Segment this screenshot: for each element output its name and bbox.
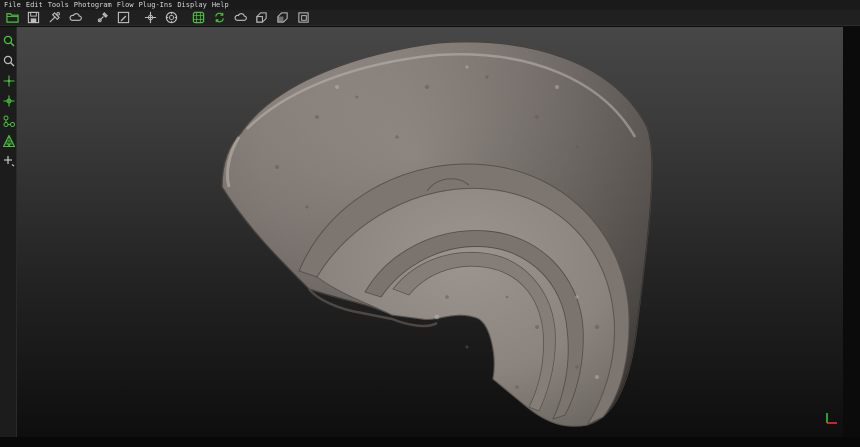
side-toolbar [0,27,17,447]
ceramic-fragment-model[interactable] [17,27,843,437]
layer-icon[interactable] [294,10,312,25]
menu-help[interactable]: Help [212,0,229,10]
main-toolbar [0,10,860,26]
zoom-icon[interactable] [1,33,16,48]
sync-icon[interactable] [210,10,228,25]
target-icon[interactable] [162,10,180,25]
open-folder-icon[interactable] [3,10,21,25]
3d-viewport[interactable] [17,27,843,437]
status-bar [0,437,860,447]
menu-display[interactable]: Display [177,0,207,10]
add-point-icon[interactable] [1,153,16,168]
cloud-icon[interactable] [231,10,249,25]
save-icon[interactable] [24,10,42,25]
grid-icon[interactable] [189,10,207,25]
menu-edit[interactable]: Edit [26,0,43,10]
axis-gizmo [826,413,837,424]
cloud-icon[interactable] [66,10,84,25]
menu-photogram[interactable]: Photogram [74,0,112,10]
mesh-icon[interactable] [1,133,16,148]
tools-icon[interactable] [45,10,63,25]
nodes-icon[interactable] [1,113,16,128]
edit-icon[interactable] [114,10,132,25]
pick-point-icon[interactable] [1,73,16,88]
layer-icon[interactable] [252,10,270,25]
layer-icon[interactable] [273,10,291,25]
zoom-out-icon[interactable] [1,53,16,68]
menu-tools[interactable]: Tools [48,0,69,10]
menu-flow[interactable]: Flow [117,0,134,10]
viewport-border [843,27,860,437]
move-icon[interactable] [141,10,159,25]
menu-file[interactable]: File [4,0,21,10]
pick-point-icon[interactable] [1,93,16,108]
menu-bar: File Edit Tools Photogram Flow Plug-Ins … [0,0,860,10]
menu-plug-ins[interactable]: Plug-Ins [139,0,173,10]
dropper-icon[interactable] [93,10,111,25]
